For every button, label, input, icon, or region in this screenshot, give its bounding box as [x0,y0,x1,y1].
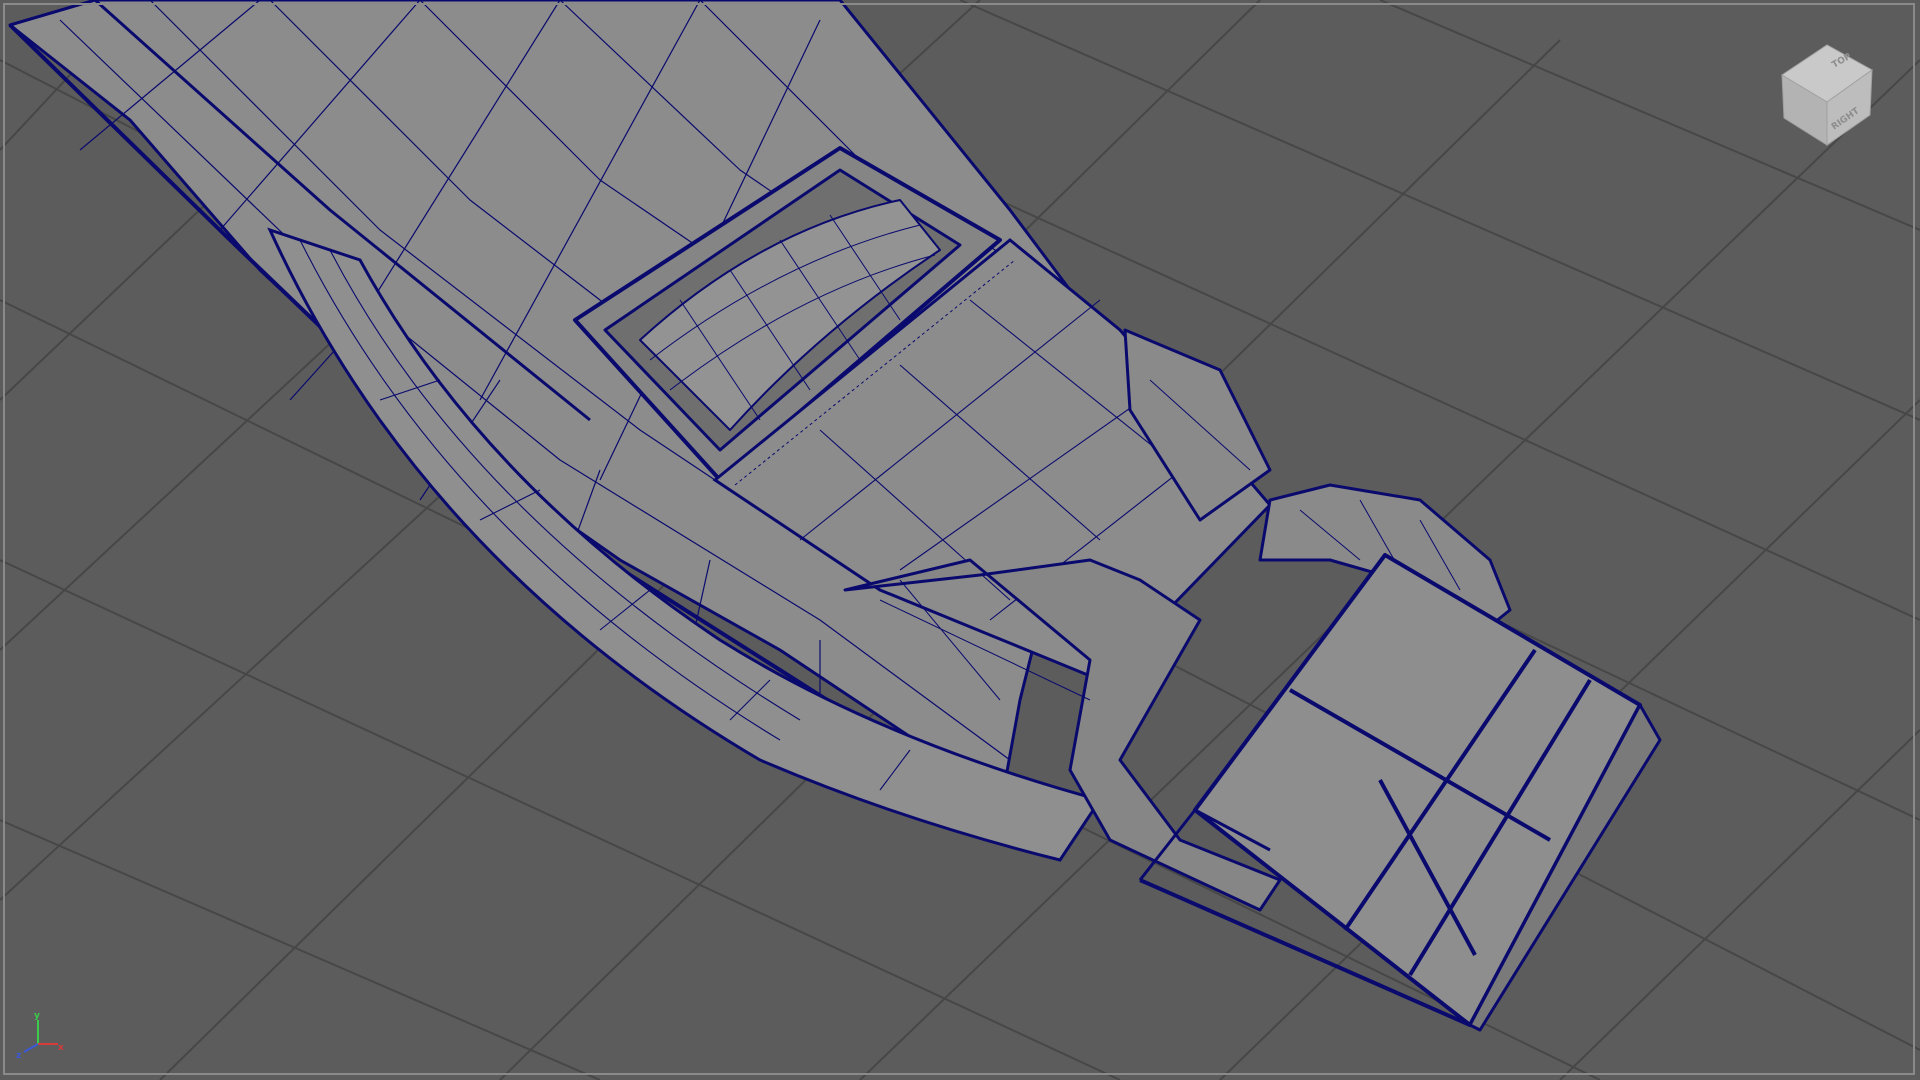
buckle-blade-mesh[interactable] [1138,553,1662,1032]
z-axis-label: z [16,1051,21,1060]
3d-viewport[interactable]: TOP RIGHT y x z [0,0,1920,1080]
x-axis-label: x [58,1043,64,1053]
viewport-scene[interactable] [0,0,1920,1080]
axis-gizmo: y x z [16,1011,64,1060]
view-cube[interactable]: TOP RIGHT [1772,30,1882,150]
y-axis-label: y [34,1011,40,1021]
z-axis-line [23,1043,39,1053]
